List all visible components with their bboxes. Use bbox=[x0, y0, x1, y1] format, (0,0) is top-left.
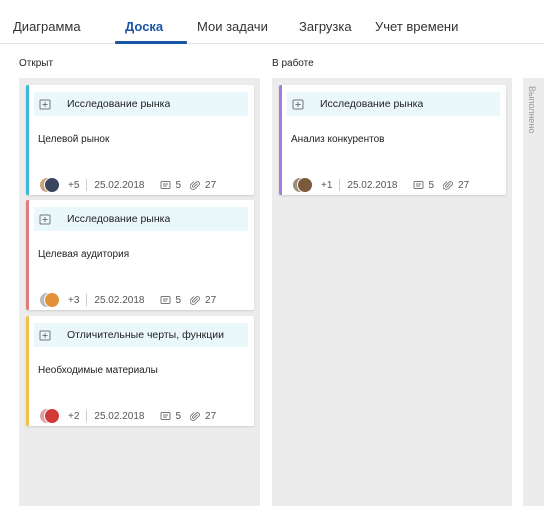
column-title-done: Выполнено bbox=[527, 86, 537, 134]
card-color-stripe bbox=[26, 316, 29, 426]
assignee-avatars[interactable] bbox=[39, 292, 63, 308]
attachments-count[interactable]: 27 bbox=[190, 180, 216, 191]
card-color-stripe bbox=[26, 200, 29, 310]
attachments-count[interactable]: 27 bbox=[190, 295, 216, 306]
plus-square-icon bbox=[292, 99, 304, 110]
comment-icon bbox=[160, 295, 171, 304]
extra-assignees-count: +3 bbox=[68, 294, 80, 306]
paperclip-icon bbox=[443, 180, 453, 190]
comments-count[interactable]: 5 bbox=[413, 180, 434, 191]
card-footer: +3 25.02.2018 5 27 bbox=[39, 290, 248, 310]
assignee-avatars[interactable] bbox=[292, 177, 316, 193]
task-card[interactable]: Исследование рынка Анализ конкурентов +1… bbox=[279, 85, 506, 195]
attachments-count-value: 27 bbox=[205, 179, 217, 191]
comments-count[interactable]: 5 bbox=[160, 411, 181, 422]
tab-board[interactable]: Доска bbox=[125, 19, 163, 34]
card-group-label: Отличительные черты, функции bbox=[67, 329, 224, 341]
tab-diagram[interactable]: Диаграмма bbox=[13, 19, 81, 34]
card-footer: +2 25.02.2018 5 27 bbox=[39, 406, 248, 426]
tab-time-tracking[interactable]: Учет времени bbox=[375, 19, 458, 34]
card-color-stripe bbox=[279, 85, 282, 195]
divider bbox=[86, 294, 88, 306]
task-card[interactable]: Отличительные черты, функции Необходимые… bbox=[26, 316, 254, 426]
comment-icon bbox=[160, 411, 171, 420]
card-color-stripe bbox=[26, 85, 29, 195]
card-group-label: Исследование рынка bbox=[320, 98, 424, 110]
due-date: 25.02.2018 bbox=[94, 410, 145, 422]
comments-count-value: 5 bbox=[175, 179, 182, 191]
tab-my-tasks[interactable]: Мои задачи bbox=[197, 19, 268, 34]
extra-assignees-count: +5 bbox=[68, 179, 80, 191]
card-task-title: Анализ конкурентов bbox=[291, 134, 385, 145]
card-header: Исследование рынка bbox=[287, 92, 500, 116]
attachments-count[interactable]: 27 bbox=[190, 411, 216, 422]
paperclip-icon bbox=[190, 411, 200, 421]
attachments-count-value: 27 bbox=[458, 179, 470, 191]
assignee-avatars[interactable] bbox=[39, 408, 63, 424]
paperclip-icon bbox=[190, 295, 200, 305]
avatar bbox=[44, 408, 60, 424]
tab-load[interactable]: Загрузка bbox=[299, 19, 352, 34]
task-card[interactable]: Исследование рынка Целевой рынок +5 25.0… bbox=[26, 85, 254, 195]
divider bbox=[86, 410, 88, 422]
extra-assignees-count: +2 bbox=[68, 410, 80, 422]
comments-count[interactable]: 5 bbox=[160, 180, 181, 191]
plus-square-icon bbox=[39, 99, 51, 110]
column-title-in-progress: В работе bbox=[272, 58, 314, 69]
avatar bbox=[44, 177, 60, 193]
plus-square-icon bbox=[39, 214, 51, 225]
card-task-title: Целевой рынок bbox=[38, 134, 110, 145]
attachments-count-value: 27 bbox=[205, 410, 217, 422]
task-card[interactable]: Исследование рынка Целевая аудитория +3 … bbox=[26, 200, 254, 310]
comments-count-value: 5 bbox=[175, 410, 182, 422]
card-footer: +1 25.02.2018 5 27 bbox=[292, 175, 500, 195]
attachments-count[interactable]: 27 bbox=[443, 180, 469, 191]
avatar bbox=[44, 292, 60, 308]
paperclip-icon bbox=[190, 180, 200, 190]
column-done[interactable]: Выполнено bbox=[523, 78, 544, 506]
avatar bbox=[297, 177, 313, 193]
card-footer: +5 25.02.2018 5 27 bbox=[39, 175, 248, 195]
divider bbox=[86, 179, 88, 191]
card-header: Отличительные черты, функции bbox=[34, 323, 248, 347]
card-header: Исследование рынка bbox=[34, 92, 248, 116]
card-task-title: Необходимые материалы bbox=[38, 365, 158, 376]
comment-icon bbox=[413, 180, 424, 189]
card-group-label: Исследование рынка bbox=[67, 98, 171, 110]
comments-count-value: 5 bbox=[175, 294, 182, 306]
card-header: Исследование рынка bbox=[34, 207, 248, 231]
due-date: 25.02.2018 bbox=[94, 294, 145, 306]
divider bbox=[339, 179, 341, 191]
comment-icon bbox=[160, 180, 171, 189]
attachments-count-value: 27 bbox=[205, 294, 217, 306]
comments-count-value: 5 bbox=[428, 179, 435, 191]
card-task-title: Целевая аудитория bbox=[38, 249, 130, 260]
extra-assignees-count: +1 bbox=[321, 179, 333, 191]
due-date: 25.02.2018 bbox=[347, 179, 398, 191]
assignee-avatars[interactable] bbox=[39, 177, 63, 193]
active-tab-indicator bbox=[115, 41, 187, 44]
tab-bar: Диаграмма Доска Мои задачи Загрузка Учет… bbox=[0, 0, 544, 44]
card-group-label: Исследование рынка bbox=[67, 213, 171, 225]
due-date: 25.02.2018 bbox=[94, 179, 145, 191]
comments-count[interactable]: 5 bbox=[160, 295, 181, 306]
column-title-open: Открыт bbox=[19, 58, 54, 69]
plus-square-icon bbox=[39, 330, 51, 341]
